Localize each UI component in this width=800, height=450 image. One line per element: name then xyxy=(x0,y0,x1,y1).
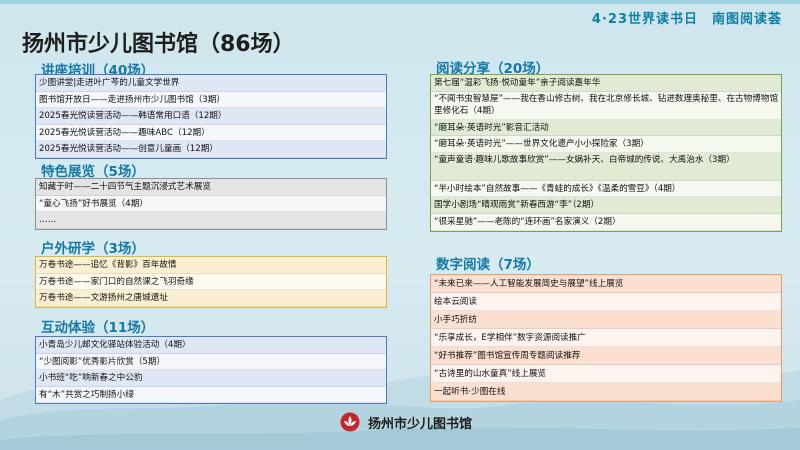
list-item: 小青岛少儿邮文化驿站体验活动（4期） xyxy=(36,337,386,354)
list-item: 2025春光悦读营活动——韩语常用口语（12期） xyxy=(36,108,386,125)
list-item: 图书馆开放日——走进扬州市少儿图书馆（3期） xyxy=(36,91,386,109)
list-item: 绘本云阅读 xyxy=(431,293,781,311)
list-item: …… xyxy=(36,212,386,229)
lectures-panel: 少图讲堂|走进叶广芩的儿童文学世界 图书馆开放日——走进扬州市少儿图书馆（3期）… xyxy=(35,74,387,159)
list-item: “未来已来——人工智能发展简史与展望”线上展览 xyxy=(431,275,781,293)
list-item: 第七届“温彩飞扬·悦动童年”亲子阅读嘉年华 xyxy=(431,75,781,92)
list-item: “半小时绘本”自然故事——《青蛙的成长》《温柔的雪豆》（4期） xyxy=(431,180,781,198)
list-item: 小书班“吃”响新春之中公豹 xyxy=(36,370,386,387)
sharing-panel: 第七届“温彩飞扬·悦动童年”亲子阅读嘉年华 “不闻书虫智慧屋”——我在香山修古树… xyxy=(430,74,782,232)
list-item: “童声童语·趣味儿歌故事欣赏”——女娲补天、白帝城的传说、大禹治水（3期） xyxy=(431,152,781,181)
list-item: “童心飞扬”好书展览（4期） xyxy=(36,195,386,213)
list-item: 一起听书·少图在线 xyxy=(431,383,781,401)
list-item: 2025春光悦读营活动——趣味ABC（12期） xyxy=(36,124,386,142)
outdoor-panel: 万卷书途——追忆《背影》百年故情 万卷书途——家门口的自然课之飞羽奇缘 万卷书途… xyxy=(35,256,387,308)
list-item: 2025春光悦读营活动——创意儿童画（12期） xyxy=(36,141,386,158)
list-item: 有“木”共赏之巧制扬小绿 xyxy=(36,386,386,404)
list-item: “好书推荐”图书馆宣传周专题阅读推荐 xyxy=(431,347,781,365)
section-title-outdoor: 户外研学（3场） xyxy=(41,241,145,257)
list-item: 知藏于时——二十四节气主题沉浸式艺术展览 xyxy=(36,179,386,196)
section-title-digital: 数字阅读（7场） xyxy=(436,257,540,273)
list-item: 国学小剧场“晴观雨赏”新春西游“李”（2期） xyxy=(431,197,781,214)
list-item: “乐享成长，E学相伴”数字资源阅读推广 xyxy=(431,329,781,347)
page-title: 扬州市少儿图书馆（86场） xyxy=(22,32,295,57)
section-title-exhibitions: 特色展览（5场） xyxy=(41,164,145,180)
list-item: 少图讲堂|走进叶广芩的儿童文学世界 xyxy=(36,75,386,92)
lotus-icon xyxy=(340,412,360,432)
list-item: “很采星驰”——老陈的“连环画”名家演义（2期） xyxy=(431,213,781,231)
list-item: “古诗里的山水童真”线上展览 xyxy=(431,365,781,383)
logo-text: 扬州市少儿图书馆 xyxy=(368,416,473,432)
list-item: “不闻书虫智慧屋”——我在香山修古树、我在北京修长城、钻进数理奥秘里、在古物博物… xyxy=(431,91,781,120)
list-item: 万卷书途——追忆《背影》百年故情 xyxy=(36,257,386,274)
section-title-interactive: 互动体验（11场） xyxy=(41,320,155,336)
event-banner: 4·23世界读书日 南图阅读荟 xyxy=(591,12,782,27)
list-item: 万卷书途——家门口的自然课之飞羽奇缘 xyxy=(36,273,386,291)
interactive-panel: 小青岛少儿邮文化驿站体验活动（4期） “少图阅影”优秀影片欣赏（5期） 小书班“… xyxy=(35,336,387,405)
digital-panel: “未来已来——人工智能发展简史与展望”线上展览 绘本云阅读 小手巧折纺 “乐享成… xyxy=(430,274,782,402)
list-item: “磨耳朵·英语时光”影音汇活动 xyxy=(431,119,781,137)
list-item: 小手巧折纺 xyxy=(431,311,781,329)
list-item: 万卷书途——文游扬州之唐城遗址 xyxy=(36,290,386,307)
library-logo: 扬州市少儿图书馆 xyxy=(340,412,472,432)
exhibitions-panel: 知藏于时——二十四节气主题沉浸式艺术展览 “童心飞扬”好书展览（4期） …… xyxy=(35,178,387,230)
header-accent-line xyxy=(0,0,800,4)
list-item: “磨耳朵·英语时光”——世界文化遗产小小探险家（3期） xyxy=(431,136,781,153)
list-item: “少图阅影”优秀影片欣赏（5期） xyxy=(36,353,386,371)
